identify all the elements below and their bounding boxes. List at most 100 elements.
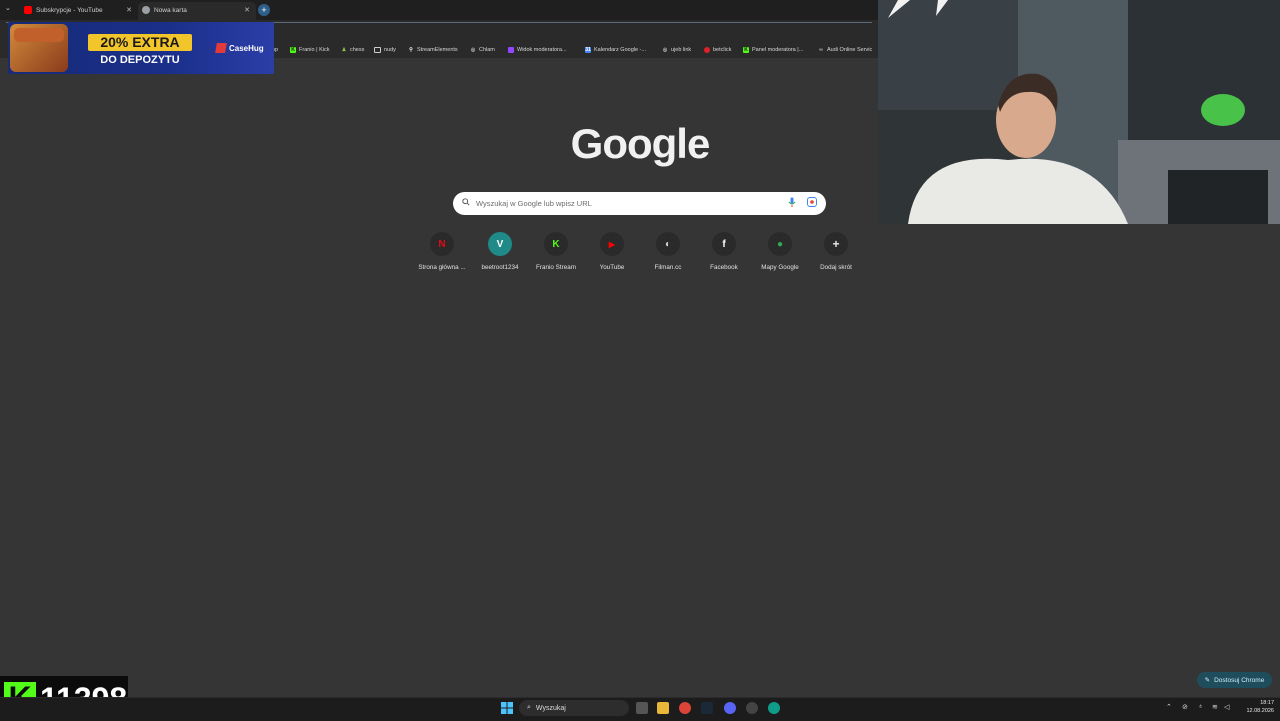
shortcut-google-maps[interactable]: ● Mapy Google [752,232,808,271]
shortcut-label: Franio Stream [536,264,576,271]
obs-icon[interactable] [746,702,758,714]
vortex-icon: V [488,232,512,256]
kick-icon: K [290,47,296,53]
tab-search-chevron-icon[interactable]: ⌄ [5,4,11,12]
bookmark-label: Widok moderatora... [517,47,567,53]
task-view-icon[interactable] [636,702,648,714]
bookmark-label: Chlam [479,47,495,53]
youtube-icon [24,6,32,14]
plus-icon: + [824,232,848,256]
google-lens-icon[interactable] [807,197,817,207]
taskbar-search[interactable]: ⌕ Wyszukaj [519,700,629,716]
maps-icon: ● [768,232,792,256]
shortcut-label: Strona główna ... [418,264,466,271]
edge-icon[interactable] [768,702,780,714]
shortcut-label: Dodaj skrót [820,264,852,271]
banner-deposit-text: DO DEPOZYTU [100,54,180,66]
bookmark-label: ujeb link [671,47,692,53]
network-off-icon[interactable]: ⊘ [1182,703,1188,711]
search-icon [462,198,470,206]
filman-icon: ◐ [656,232,680,256]
bookmark-item[interactable]: ◎ Chlam [470,45,495,55]
close-icon[interactable]: ✕ [126,6,132,14]
discord-icon[interactable] [724,702,736,714]
bookmark-item[interactable]: Widok moderatora... [508,45,567,55]
bookmark-label: chess [350,47,365,53]
shortcut-beetroot[interactable]: Vbeetroot1234 [472,232,528,271]
bookmark-label: Kalendarz Google -... [594,47,646,53]
kick-icon: K [743,47,749,53]
customize-chrome-button[interactable]: ✎ Dostosuj Chrome [1197,672,1272,688]
bookmark-item[interactable]: K Franio | Kick [290,45,329,55]
new-tab-button[interactable]: + [258,4,270,16]
microphone-icon[interactable]: ♁ [1198,703,1203,710]
shortcut-youtube[interactable]: ▶ YouTube [584,232,640,271]
banner-brand-label: CaseHug [229,43,264,53]
shortcut-netflix[interactable]: N Strona główna ... [414,232,470,271]
taskbar-search-label: Wyszukaj [535,704,566,712]
shortcut-label: beetroot1234 [481,264,519,271]
shortcut-facebook[interactable]: f Facebook [696,232,752,271]
shortcut-label: Filman.cc [654,264,682,271]
pencil-icon: ✎ [1204,677,1211,684]
bookmark-item[interactable]: ⚲ StreamElements [408,45,458,55]
facebook-icon: f [712,232,736,256]
kick-icon: K [544,232,568,256]
windows-start-icon[interactable] [501,702,513,714]
bookmark-label: StreamElements [417,47,458,53]
tab-youtube[interactable]: Subskrypcje - YouTube ✕ [24,2,132,18]
folder-icon [374,47,381,53]
bookmark-item[interactable]: ∞ Audi Online Servic [818,45,872,55]
webcam-overlay [878,0,1280,224]
banner-extra-text: 20% EXTRA [88,34,192,51]
calendar-icon: 31 [585,47,591,53]
bookmark-item[interactable]: betclick [704,45,731,55]
bookmark-label: betclick [713,47,732,53]
file-explorer-icon[interactable] [657,702,669,714]
casehug-logo-icon [215,43,227,53]
chrome-icon [142,6,150,14]
shortcut-filman[interactable]: ◐ Filman.cc [640,232,696,271]
bookmark-item[interactable]: ♟ chess [341,45,365,55]
bookmark-label: Franio | Kick [299,47,330,53]
wifi-icon[interactable]: ≋ [1212,703,1218,711]
search-input[interactable] [476,195,776,212]
bookmark-label: Audi Online Servic [827,47,873,53]
betclick-icon [704,47,710,53]
microphone-icon[interactable] [788,197,796,208]
bookmark-label: Panel moderatora |... [752,47,804,53]
bookmark-item[interactable]: ◎ ujeb link [662,45,691,55]
streamelements-icon: ⚲ [409,47,413,53]
google-logo: Google [570,120,711,167]
clock-time[interactable]: 18:17 [1244,700,1274,706]
globe-icon: ◎ [470,47,476,53]
treasure-chest-lid [14,28,64,42]
youtube-icon: ▶ [600,232,624,256]
customize-label: Dostosuj Chrome [1214,676,1265,684]
audi-icon: ∞ [819,47,823,53]
steam-icon[interactable] [701,702,713,714]
chess-icon: ♟ [341,47,347,53]
chrome-icon[interactable] [679,702,691,714]
shortcut-label: Facebook [710,264,738,271]
twitch-icon [508,47,514,53]
shortcut-label: YouTube [599,264,625,271]
tab-title: Subskrypcje - YouTube [36,6,103,14]
bookmark-item[interactable]: K Panel moderatora |... [743,45,803,55]
shortcut-add[interactable]: + Dodaj skrót [808,232,864,271]
tab-new-tab[interactable]: Nowa karta ✕ [142,2,250,18]
bookmark-label: nudy [384,47,396,53]
shortcut-label: Mapy Google [761,264,799,271]
bookmark-item[interactable]: nudy [374,45,396,55]
bookmark-item[interactable]: 31 Kalendarz Google -... [585,45,646,55]
volume-icon[interactable]: ◁ [1224,703,1229,711]
netflix-icon: N [430,232,454,256]
tab-title: Nowa karta [154,6,187,14]
close-icon[interactable]: ✕ [244,6,250,14]
shortcut-franio-stream[interactable]: K Franio Stream [528,232,584,271]
banner-brand: CaseHug [215,40,264,56]
clock-date[interactable]: 12.08.2026 [1236,708,1274,714]
globe-icon: ◎ [662,47,668,53]
search-icon: ⌕ [527,704,531,711]
chevron-up-icon[interactable]: ⌃ [1166,703,1172,711]
